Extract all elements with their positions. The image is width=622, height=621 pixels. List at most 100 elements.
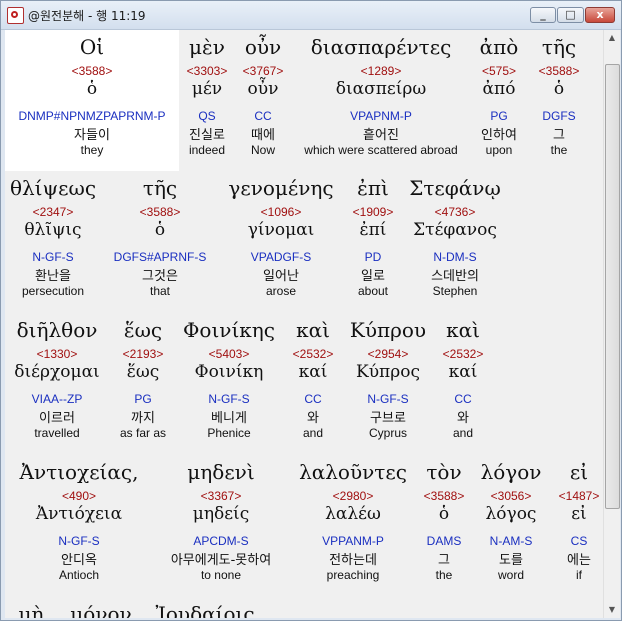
parsing-code: CC (304, 392, 322, 406)
lemma: ὁ (553, 79, 565, 99)
korean-gloss: 인하여 (481, 128, 517, 143)
app-logo-icon[interactable] (7, 7, 24, 24)
word-block[interactable]: ἐπὶ <1909> ἐπί PD 일로 about (345, 176, 401, 298)
word-block[interactable]: μηδενὶ <3367> μηδείς APCDM-S 아무에게도-못하여 to non… (157, 460, 285, 582)
parsing-code: DNMP#NPNMZPAPRNM-P (18, 109, 166, 123)
parsing-code: VPAPNM-P (350, 109, 412, 123)
maximize-button[interactable]: □ (557, 7, 584, 23)
english-gloss: which were scattered abroad (304, 143, 458, 157)
word-block[interactable]: λόγον <3056> λόγος N-AM-S 도를 word (477, 460, 545, 582)
greek-word: λόγον (480, 460, 542, 484)
korean-gloss: 도를 (499, 553, 523, 568)
parsing-code: APCDM-S (193, 534, 249, 548)
korean-gloss: 흩어진 (363, 128, 399, 143)
strongs-number: <1909> (352, 205, 394, 219)
parsing-code: CS (570, 534, 588, 548)
vertical-scrollbar[interactable]: ▲ ▼ (603, 30, 620, 618)
lemma: θλῖψις (24, 220, 82, 240)
greek-word: Ἀντιοχείας, (19, 460, 139, 484)
word-block[interactable]: καὶ <2532> καί CC 와 and (285, 318, 341, 440)
word-block[interactable]: ἀπὸ <575> ἀπό PG 인하여 upon (473, 35, 525, 157)
word-block[interactable]: τὸν <3588> ὁ DAMS 그 the (417, 460, 471, 582)
strongs-number: <1487> (558, 489, 600, 503)
lemma: Ἀντιόχεια (35, 504, 123, 524)
word-block[interactable]: Ἀντιοχείας, <490> Ἀντιόχεια N-GF-S 안디옥 Antioc… (5, 460, 153, 582)
word-block[interactable]: γενομένης <1096> γίνομαι VPADGF-S 일어난 arose (221, 176, 341, 298)
interlinear-view[interactable]: Οἱ <3588> ὁ DNMP#NPNMZPAPRNM-P 자들이 they μὲν <33… (5, 30, 603, 618)
strongs-number: <2954> (367, 347, 409, 361)
english-gloss: Phenice (207, 426, 251, 440)
lemma: μέν (191, 79, 223, 99)
parsing-code: PG (134, 392, 152, 406)
greek-word: διῆλθον (16, 318, 98, 342)
word-block[interactable]: τῆς <3588> ὁ DGFS#APRNF-S 그것은 that (105, 176, 215, 298)
word-block[interactable]: θλίψεως <2347> θλῖψις N-GF-S 환난을 persecution (5, 176, 101, 298)
lemma: οὖν (247, 79, 279, 99)
lemma: διέρχομαι (14, 362, 100, 382)
app-window: @원전분해 - 행 11:19 _ □ x Οἱ <3588> ὁ DNMP#NPNM… (0, 0, 622, 621)
word-block[interactable]: μὴ (5, 602, 57, 618)
strongs-number: <2532> (292, 347, 334, 361)
lemma: ὁ (154, 220, 166, 240)
word-block[interactable]: Οἱ <3588> ὁ DNMP#NPNMZPAPRNM-P 자들이 they (5, 35, 179, 157)
word-block[interactable]: διῆλθον <1330> διέρχομαι VIAA--ZP 이르러 travell… (5, 318, 109, 440)
word-block[interactable]: ἕως <2193> ἕως PG 까지 as far as (113, 318, 173, 440)
title-bar[interactable]: @원전분해 - 행 11:19 _ □ x (1, 1, 621, 30)
strongs-number: <1330> (36, 347, 78, 361)
strongs-number: <2347> (32, 205, 74, 219)
english-gloss: word (497, 568, 524, 582)
strongs-number: <2193> (122, 347, 164, 361)
scroll-thumb[interactable] (605, 64, 620, 509)
greek-word: ἐπὶ (357, 176, 389, 200)
english-gloss: and (302, 426, 324, 440)
parsing-code: QS (198, 109, 216, 123)
english-gloss: the (550, 143, 568, 157)
word-block[interactable]: εἰ <1487> εἰ CS 에는 if (551, 460, 603, 582)
lemma: λόγος (485, 504, 537, 524)
window-title: @원전분해 - 행 11:19 (28, 9, 146, 23)
korean-gloss: 까지 (131, 411, 155, 426)
korean-gloss: 에는 (567, 553, 591, 568)
greek-word: τὸν (426, 460, 462, 484)
strongs-number: <3767> (242, 64, 284, 78)
word-block[interactable]: καὶ <2532> καί CC 와 and (435, 318, 491, 440)
parsing-code: DGFS#APRNF-S (113, 250, 207, 264)
lemma: καί (448, 362, 478, 382)
lemma: Κύπρος (356, 362, 420, 382)
word-block[interactable]: διασπαρέντες <1289> διασπείρω VPAPNM-P 흩어진 wh… (293, 35, 469, 157)
word-block[interactable]: Ἰουδαίοις (145, 602, 265, 618)
korean-gloss: 환난을 (35, 269, 71, 284)
minimize-button[interactable]: _ (530, 7, 556, 23)
strongs-number: <3303> (186, 64, 228, 78)
parsing-code: N-GF-S (32, 250, 74, 264)
word-block[interactable]: μὲν <3303> μέν QS 진실로 indeed (181, 35, 233, 157)
parsing-code: DGFS (542, 109, 576, 123)
maximize-icon: □ (565, 8, 576, 21)
strongs-number: <3588> (423, 489, 465, 503)
parsing-code: VPADGF-S (250, 250, 312, 264)
word-block[interactable]: Φοινίκης <5403> Φοινίκη N-GF-S 베니게 Phenice (177, 318, 281, 440)
greek-word: μὴ (18, 602, 44, 618)
greek-word: μόνον (70, 602, 132, 618)
greek-word: Κύπρου (349, 318, 427, 342)
english-gloss: to none (200, 568, 242, 582)
english-gloss: preaching (326, 568, 380, 582)
lemma: εἰ (571, 504, 587, 524)
word-block[interactable]: μόνον (61, 602, 141, 618)
greek-word: τῆς (541, 35, 577, 59)
word-block[interactable]: τῆς <3588> ὁ DGFS 그 the (531, 35, 587, 157)
greek-word: καὶ (296, 318, 330, 342)
lemma: ἐπί (359, 220, 387, 240)
word-block[interactable]: Κύπρου <2954> Κύπρος N-GF-S 구브로 Cyprus (345, 318, 431, 440)
word-block[interactable]: Στεφάνῳ <4736> Στέφανος N-DM-S 스데반의 Stephen (405, 176, 505, 298)
scroll-down-arrow-icon[interactable]: ▼ (604, 602, 620, 618)
word-block[interactable]: λαλοῦντες <2980> λαλέω VPPANM-P 전하는데 preachin… (293, 460, 413, 582)
korean-gloss: 이르러 (39, 411, 75, 426)
korean-gloss: 베니게 (211, 411, 247, 426)
lemma: διασπείρω (335, 79, 427, 99)
lemma: καί (298, 362, 328, 382)
scroll-up-arrow-icon[interactable]: ▲ (604, 30, 620, 46)
word-block[interactable]: οὖν <3767> οὖν CC 때에 Now (237, 35, 289, 157)
close-button[interactable]: x (585, 7, 615, 23)
english-gloss: Antioch (58, 568, 100, 582)
